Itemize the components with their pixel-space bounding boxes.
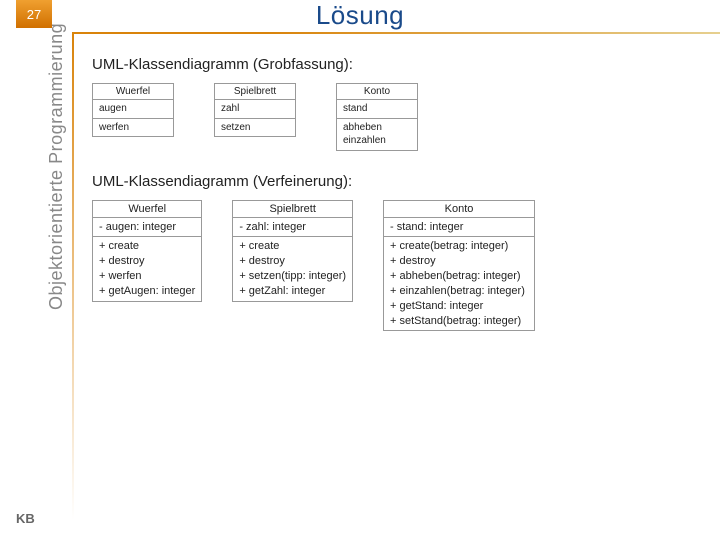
class-name: Spielbrett (233, 201, 352, 218)
attr: - zahl: integer (239, 220, 346, 235)
op: + getZahl: integer (239, 284, 346, 299)
divider-horizontal (72, 32, 720, 34)
slide: 27 Lösung Objektorientierte Programmieru… (0, 0, 720, 540)
attr: zahl (221, 102, 289, 116)
class-name: Wuerfel (93, 201, 201, 218)
header: 27 Lösung (0, 0, 720, 34)
op: setzen (221, 121, 289, 135)
heading-grob: UML-Klassendiagramm (Grobfassung): (92, 56, 700, 73)
uml-class-konto-verf: Konto - stand: integer + create(betrag: … (383, 200, 535, 332)
class-name: Konto (337, 84, 417, 100)
op: + einzahlen(betrag: integer) (390, 284, 528, 299)
attr: augen (99, 102, 167, 116)
op: + abheben(betrag: integer) (390, 269, 528, 284)
attr: - stand: integer (390, 220, 528, 235)
class-name: Konto (384, 201, 534, 218)
op: + destroy (239, 254, 346, 269)
op: einzahlen (343, 134, 411, 148)
sidebar-label: Objektorientierte Programmierung (46, 23, 67, 310)
op: + create (99, 239, 195, 254)
uml-class-wuerfel-grob: Wuerfel augen werfen (92, 83, 174, 137)
class-name: Wuerfel (93, 84, 173, 100)
heading-verfeinerung: UML-Klassendiagramm (Verfeinerung): (92, 173, 700, 190)
op: + setzen(tipp: integer) (239, 269, 346, 284)
divider-vertical (72, 32, 74, 520)
op: + destroy (99, 254, 195, 269)
content-area: UML-Klassendiagramm (Grobfassung): Wuerf… (92, 52, 700, 500)
op: + getStand: integer (390, 299, 528, 314)
uml-class-konto-grob: Konto stand abheben einzahlen (336, 83, 418, 151)
op: abheben (343, 121, 411, 135)
op: + werfen (99, 269, 195, 284)
op: + destroy (390, 254, 528, 269)
class-name: Spielbrett (215, 84, 295, 100)
uml-class-spielbrett-verf: Spielbrett - zahl: integer + create + de… (232, 200, 353, 302)
op: + getAugen: integer (99, 284, 195, 299)
uml-class-spielbrett-grob: Spielbrett zahl setzen (214, 83, 296, 137)
attr: - augen: integer (99, 220, 195, 235)
attr: stand (343, 102, 411, 116)
row-grob: Wuerfel augen werfen Spielbrett zahl set… (92, 83, 700, 151)
op: + setStand(betrag: integer) (390, 314, 528, 329)
op: + create(betrag: integer) (390, 239, 528, 254)
op: werfen (99, 121, 167, 135)
op: + create (239, 239, 346, 254)
footer-author: KB (16, 511, 35, 526)
row-verfeinerung: Wuerfel - augen: integer + create + dest… (92, 200, 700, 332)
slide-title: Lösung (0, 0, 720, 31)
uml-class-wuerfel-verf: Wuerfel - augen: integer + create + dest… (92, 200, 202, 302)
